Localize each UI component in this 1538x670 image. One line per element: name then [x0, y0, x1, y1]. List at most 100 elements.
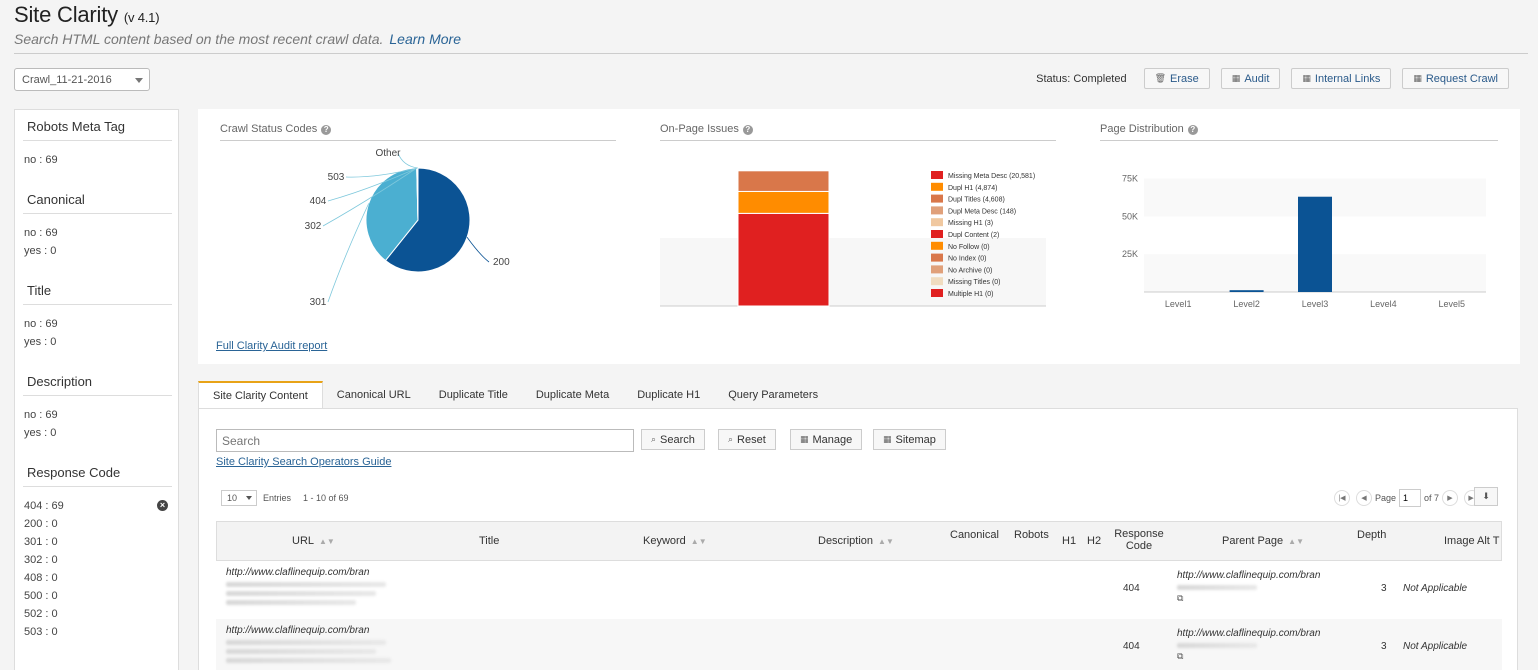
col-parent-page[interactable]: Parent Page ▲▼: [1222, 535, 1304, 547]
manage-button-label: Manage: [812, 433, 853, 446]
x-tick-label: Level2: [1233, 299, 1260, 309]
legend-swatch: [931, 277, 943, 286]
legend-label: Missing H1 (3): [948, 220, 993, 227]
stack-segment: [737, 212, 830, 307]
sitemap-button[interactable]: ▦ Sitemap: [873, 429, 946, 450]
table-row[interactable]: http://www.claflinequip.com/bran 404 htt…: [216, 619, 1502, 670]
search-input[interactable]: [216, 429, 634, 452]
legend-swatch: [931, 230, 943, 238]
legend-label: Multiple H1 (0): [948, 291, 994, 298]
col-url[interactable]: URL ▲▼: [292, 535, 335, 547]
table-row[interactable]: http://www.claflinequip.com/bran 404 htt…: [216, 561, 1502, 619]
page-number-input[interactable]: [1398, 489, 1421, 507]
col-description[interactable]: Description ▲▼: [818, 535, 894, 547]
pie-label: 200: [493, 257, 510, 268]
facet-value-selected[interactable]: 404 : 69 ×: [23, 497, 172, 515]
charts-panel: Crawl Status Codes? On-Page Issues? Page…: [198, 109, 1520, 364]
pagination: |◀ ◀ Page of 7 ▶ ▶|: [1331, 489, 1483, 507]
onpage-issues-chart: Missing Meta Desc (20,581) Dupl H1 (4,874…: [660, 169, 1046, 307]
legend-label: No Archive (0): [948, 267, 992, 274]
url-cell[interactable]: http://www.claflinequip.com/bran: [226, 567, 396, 605]
facet-value[interactable]: 500 : 0: [23, 587, 172, 605]
page-label: Page: [1374, 493, 1396, 503]
search-button[interactable]: ⌕ Search: [641, 429, 705, 450]
facet-value[interactable]: 200 : 0: [23, 515, 172, 533]
download-icon[interactable]: ⬇: [1474, 487, 1498, 506]
entries-control: 10 Entries 1 - 10 of 69: [221, 490, 349, 506]
manage-button[interactable]: ▦ Manage: [790, 429, 863, 450]
full-audit-link[interactable]: Full Clarity Audit report: [216, 340, 327, 352]
audit-button[interactable]: ▦ Audit: [1220, 68, 1281, 89]
legend-label: Dupl Meta Desc (148): [948, 208, 1016, 215]
pie-label: 404: [310, 196, 327, 207]
facet-title-title: Title: [23, 274, 172, 305]
tab-site-clarity-content[interactable]: Site Clarity Content: [198, 381, 323, 409]
external-link-icon[interactable]: ⧉: [1177, 593, 1342, 604]
page-subtitle: Search HTML content based on the most re…: [14, 31, 461, 47]
y-tick-label: 50K: [1122, 211, 1138, 221]
col-image-alt[interactable]: Image Alt T: [1444, 535, 1499, 547]
legend-label: No Index (0): [948, 256, 987, 263]
facet-value[interactable]: yes : 0: [23, 242, 172, 260]
col-response-code[interactable]: Response Code: [1109, 528, 1169, 552]
crawl-select[interactable]: Crawl_11-21-2016: [14, 68, 150, 91]
response-code-cell: 404: [1123, 641, 1140, 652]
tab-query-parameters[interactable]: Query Parameters: [714, 381, 832, 409]
pie-connector: [397, 152, 418, 169]
facet-value[interactable]: 408 : 0: [23, 569, 172, 587]
facet-value[interactable]: 502 : 0: [23, 605, 172, 623]
facet-value[interactable]: no : 69: [23, 224, 172, 242]
parent-page-cell[interactable]: http://www.claflinequip.com/bran ⧉: [1177, 570, 1342, 604]
crawl-select-value: Crawl_11-21-2016: [22, 74, 112, 86]
learn-more-link[interactable]: Learn More: [389, 31, 461, 47]
search-operators-guide-link[interactable]: Site Clarity Search Operators Guide: [216, 456, 391, 468]
col-h1[interactable]: H1: [1062, 535, 1076, 547]
prev-page-icon[interactable]: ◀: [1355, 490, 1372, 506]
legend-swatch: [931, 253, 943, 262]
first-page-icon[interactable]: |◀: [1333, 490, 1350, 506]
tab-duplicate-title[interactable]: Duplicate Title: [425, 381, 522, 409]
facet-value[interactable]: no : 69: [23, 406, 172, 424]
facet-value[interactable]: 302 : 0: [23, 551, 172, 569]
col-h2[interactable]: H2: [1087, 535, 1101, 547]
col-title[interactable]: Title: [479, 535, 499, 547]
help-icon[interactable]: ?: [321, 125, 332, 135]
report-icon: ▦: [1231, 73, 1241, 83]
request-crawl-button[interactable]: ▦ Request Crawl: [1402, 68, 1509, 89]
facet-value[interactable]: 503 : 0: [23, 623, 172, 641]
y-tick-label: 75K: [1122, 174, 1138, 184]
col-canonical[interactable]: Canonical: [950, 529, 999, 541]
legend-label: No Follow (0): [948, 244, 990, 251]
tab-duplicate-h1[interactable]: Duplicate H1: [623, 381, 714, 409]
parent-page-cell[interactable]: http://www.claflinequip.com/bran ⧉: [1177, 628, 1342, 662]
internal-links-button[interactable]: ▦ Internal Links: [1291, 68, 1392, 89]
reset-button[interactable]: ⌕ Reset: [718, 429, 776, 450]
facet-value[interactable]: no : 69: [23, 315, 172, 333]
facet-value[interactable]: yes : 0: [23, 424, 172, 442]
tab-canonical-url[interactable]: Canonical URL: [323, 381, 425, 409]
facet-value[interactable]: 301 : 0: [23, 533, 172, 551]
table-header: URL ▲▼ Title Keyword ▲▼ Description ▲▼ Cano…: [216, 521, 1502, 561]
facet-value[interactable]: no : 69: [23, 151, 172, 169]
legend-swatch: [931, 182, 943, 191]
page-size-select[interactable]: 10: [221, 490, 257, 506]
url-cell[interactable]: http://www.claflinequip.com/bran: [226, 625, 396, 663]
search-icon: ⌕: [651, 434, 657, 444]
tab-duplicate-meta[interactable]: Duplicate Meta: [522, 381, 623, 409]
help-icon[interactable]: ?: [742, 125, 753, 135]
external-link-icon[interactable]: ⧉: [1177, 651, 1342, 662]
x-tick-label: Level4: [1370, 299, 1397, 309]
remove-filter-icon[interactable]: ×: [157, 500, 168, 511]
col-depth[interactable]: Depth: [1357, 529, 1386, 541]
next-page-icon[interactable]: ▶: [1442, 490, 1458, 506]
col-robots[interactable]: Robots: [1014, 529, 1049, 541]
crawl-status-title: Crawl Status Codes?: [220, 123, 616, 141]
pie-label: 503: [328, 172, 345, 183]
sort-icon: ▲▼: [690, 537, 707, 546]
erase-button[interactable]: 🗑 Erase: [1143, 68, 1210, 89]
page-title: Site Clarity (v 4.1): [14, 2, 160, 27]
list-icon: ▦: [800, 434, 809, 444]
help-icon[interactable]: ?: [1187, 125, 1198, 135]
facet-value[interactable]: yes : 0: [23, 333, 172, 351]
col-keyword[interactable]: Keyword ▲▼: [643, 535, 707, 547]
